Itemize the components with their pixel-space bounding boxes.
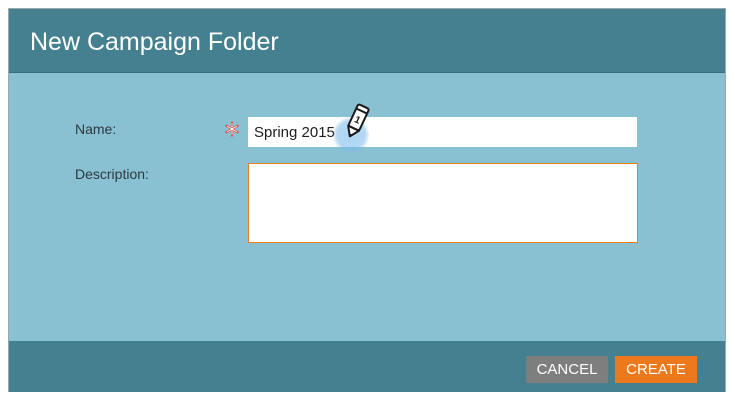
- new-campaign-folder-dialog: New Campaign Folder Name: Description: 1…: [8, 8, 726, 392]
- required-asterisk-icon: [225, 121, 239, 137]
- pencil-icon: 1: [347, 103, 370, 138]
- description-textarea[interactable]: [248, 163, 638, 243]
- dialog-footer: CANCEL CREATE: [9, 341, 725, 392]
- name-label: Name:: [75, 121, 117, 137]
- create-button[interactable]: CREATE: [615, 356, 697, 383]
- name-input[interactable]: [248, 117, 637, 147]
- dialog-header: New Campaign Folder: [9, 9, 725, 73]
- dialog-title: New Campaign Folder: [30, 28, 279, 56]
- cancel-button[interactable]: CANCEL: [526, 356, 608, 383]
- description-label: Description:: [75, 166, 149, 182]
